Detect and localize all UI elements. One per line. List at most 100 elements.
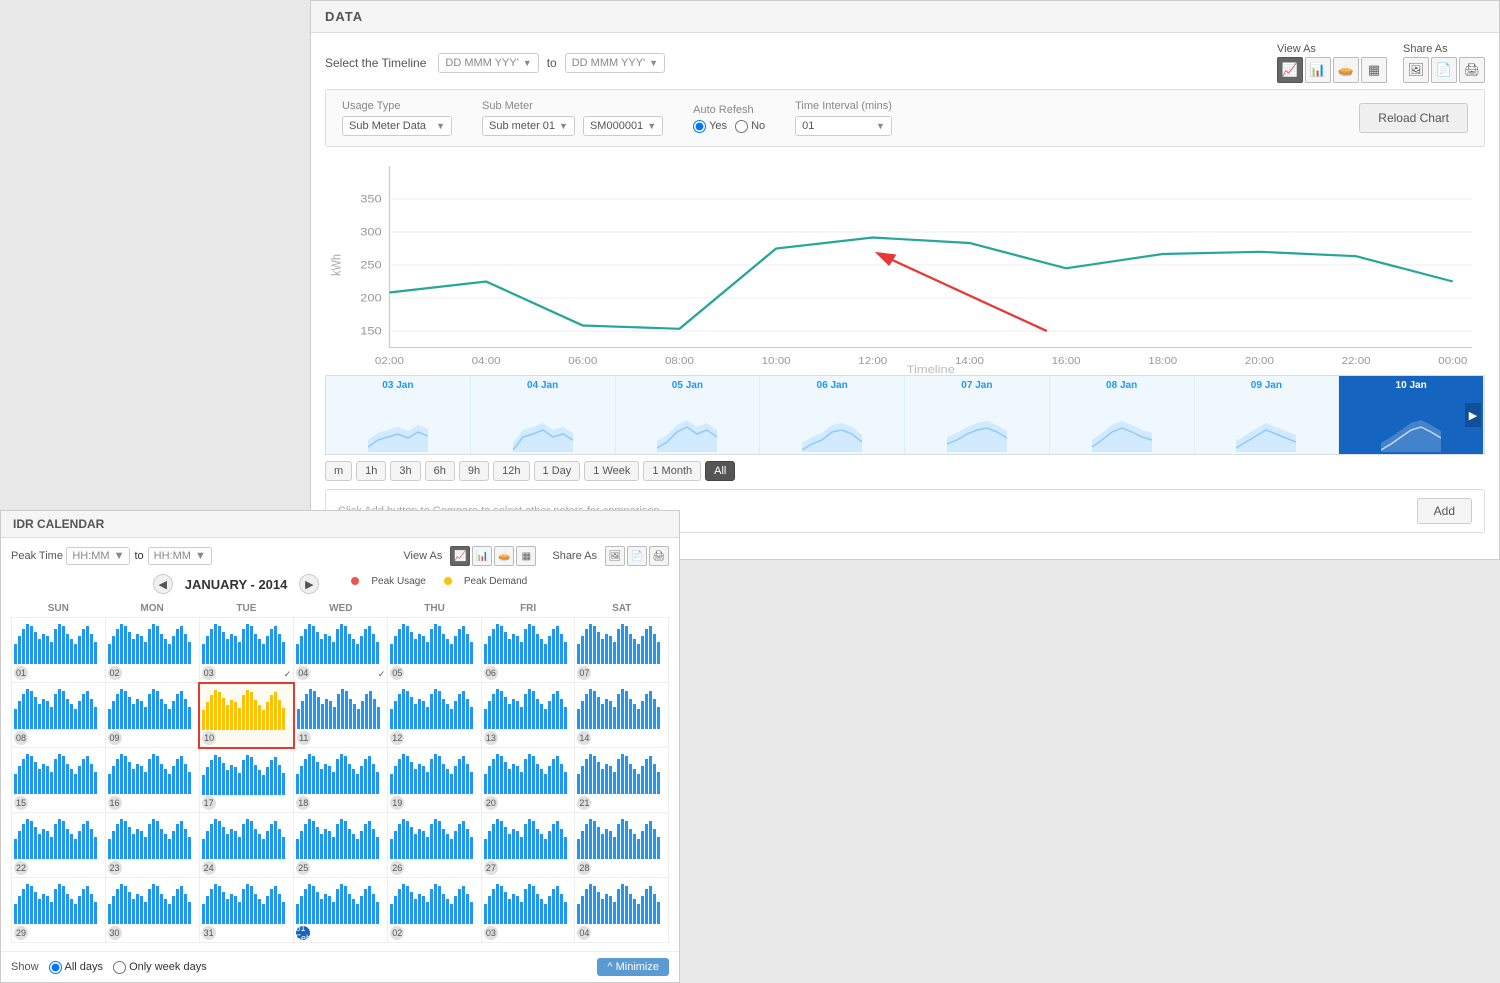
table-row[interactable]: 29: [12, 878, 106, 943]
reload-chart-btn[interactable]: Reload Chart: [1359, 103, 1468, 133]
table-row[interactable]: 15: [12, 748, 106, 813]
table-row[interactable]: 05: [388, 618, 482, 683]
share-img-btn[interactable]: 🖼: [1403, 57, 1429, 83]
range-9h-btn[interactable]: 9h: [459, 461, 489, 481]
view-bar-chart-btn[interactable]: 📊: [1305, 57, 1331, 83]
cal-view-pie-btn[interactable]: 🥧: [494, 546, 514, 566]
range-all-btn[interactable]: All: [705, 461, 735, 481]
table-row[interactable]: 18: [294, 748, 388, 813]
calendar-footer: Show All days Only week days ^ Minimize: [1, 951, 679, 982]
range-1day-btn[interactable]: 1 Day: [534, 461, 581, 481]
mini-timeline-06jan[interactable]: 06 Jan: [760, 376, 905, 454]
from-date-select[interactable]: DD MMM YYY' ▼: [438, 53, 538, 73]
table-row[interactable]: 19: [388, 748, 482, 813]
cal-view-bar-btn[interactable]: 📊: [472, 546, 492, 566]
mini-timeline-10jan[interactable]: 10 Jan ▶: [1339, 376, 1484, 454]
cal-share-print-btn[interactable]: 🖨: [649, 546, 669, 566]
table-row[interactable]: 01 Feb: [294, 878, 388, 943]
table-row[interactable]: 13: [481, 683, 575, 748]
cal-share-img-btn[interactable]: 🖼: [605, 546, 625, 566]
table-row[interactable]: 04: [575, 878, 669, 943]
cal-view-table-btn[interactable]: ▦: [516, 546, 536, 566]
time-interval-group: Time Interval (mins) 01 ▼: [795, 100, 892, 136]
table-row[interactable]: 06: [481, 618, 575, 683]
time-interval-label: Time Interval (mins): [795, 100, 892, 112]
cal-date-num: 27: [484, 861, 498, 875]
range-3h-btn[interactable]: 3h: [390, 461, 420, 481]
table-row[interactable]: 25: [294, 813, 388, 878]
table-row[interactable]: 30: [105, 878, 199, 943]
table-row[interactable]: 20: [481, 748, 575, 813]
add-compare-btn[interactable]: Add: [1417, 498, 1472, 524]
range-12h-btn[interactable]: 12h: [493, 461, 529, 481]
table-row[interactable]: 14: [575, 683, 669, 748]
sm-id-select[interactable]: SM000001 ▼: [583, 116, 663, 136]
table-row[interactable]: 24: [199, 813, 294, 878]
table-row[interactable]: 09: [105, 683, 199, 748]
range-1month-btn[interactable]: 1 Month: [643, 461, 701, 481]
svg-text:04:00: 04:00: [472, 356, 501, 367]
radio-weekdays[interactable]: Only week days: [113, 961, 207, 974]
table-row[interactable]: 12: [388, 683, 482, 748]
range-m-btn[interactable]: m: [325, 461, 352, 481]
mini-timeline-09jan[interactable]: 09 Jan: [1195, 376, 1340, 454]
sub-meter-select[interactable]: Sub meter 01 ▼: [482, 116, 575, 136]
cal-view-line-btn[interactable]: 📈: [450, 546, 470, 566]
table-row[interactable]: 17: [199, 748, 294, 813]
range-6h-btn[interactable]: 6h: [425, 461, 455, 481]
range-1week-btn[interactable]: 1 Week: [584, 461, 639, 481]
table-row[interactable]: 11: [294, 683, 388, 748]
table-row[interactable]: 21: [575, 748, 669, 813]
share-pdf-btn[interactable]: 📄: [1431, 57, 1457, 83]
radio-yes[interactable]: Yes: [693, 120, 727, 133]
svg-text:02:00: 02:00: [375, 356, 404, 367]
table-row[interactable]: 28: [575, 813, 669, 878]
table-row[interactable]: 02: [388, 878, 482, 943]
table-row[interactable]: 02: [105, 618, 199, 683]
table-row[interactable]: 22: [12, 813, 106, 878]
table-row[interactable]: 10: [199, 683, 294, 748]
range-1h-btn[interactable]: 1h: [356, 461, 386, 481]
day-wed: WED: [294, 600, 388, 618]
table-row[interactable]: 23: [105, 813, 199, 878]
mini-timeline-05jan[interactable]: 05 Jan: [616, 376, 761, 454]
mini-next-btn[interactable]: ▶: [1465, 403, 1481, 427]
cal-next-btn[interactable]: ▶: [299, 574, 319, 594]
table-row[interactable]: 16: [105, 748, 199, 813]
view-table-btn[interactable]: ▦: [1361, 57, 1387, 83]
cal-date-num: 25: [296, 861, 310, 875]
to-date-value: DD MMM YYY': [572, 57, 645, 69]
radio-all-days[interactable]: All days: [49, 961, 104, 974]
peak-time-to-select[interactable]: HH:MM ▼: [148, 547, 212, 565]
day-mon: MON: [105, 600, 199, 618]
to-date-select[interactable]: DD MMM YYY' ▼: [565, 53, 665, 73]
share-print-btn[interactable]: 🖨: [1459, 57, 1485, 83]
from-date-arrow: ▼: [523, 58, 532, 68]
view-pie-chart-btn[interactable]: 🥧: [1333, 57, 1359, 83]
cal-share-pdf-btn[interactable]: 📄: [627, 546, 647, 566]
cal-legend: Peak Usage Peak Demand: [351, 576, 527, 587]
radio-no[interactable]: No: [735, 120, 765, 133]
table-row[interactable]: 01: [12, 618, 106, 683]
table-row[interactable]: 08: [12, 683, 106, 748]
cal-date-num: 21: [577, 796, 591, 810]
table-row[interactable]: 27: [481, 813, 575, 878]
peak-time-from-select[interactable]: HH:MM ▼: [66, 547, 130, 565]
table-row[interactable]: 04✓: [294, 618, 388, 683]
mini-timeline-03jan[interactable]: 03 Jan: [326, 376, 471, 454]
table-row[interactable]: 26: [388, 813, 482, 878]
cal-prev-btn[interactable]: ◀: [153, 574, 173, 594]
cal-view-share: View As 📈 📊 🥧 ▦ Share As 🖼 📄 🖨: [403, 546, 669, 566]
view-line-chart-btn[interactable]: 📈: [1277, 57, 1303, 83]
minimize-btn[interactable]: ^ Minimize: [597, 958, 669, 976]
timeline-section: Select the Timeline DD MMM YYY' ▼ to DD …: [311, 33, 1499, 89]
usage-type-select[interactable]: Sub Meter Data ▼: [342, 116, 452, 136]
table-row[interactable]: 03: [481, 878, 575, 943]
mini-timeline-08jan[interactable]: 08 Jan: [1050, 376, 1195, 454]
time-interval-select[interactable]: 01 ▼: [795, 116, 892, 136]
mini-timeline-04jan[interactable]: 04 Jan: [471, 376, 616, 454]
table-row[interactable]: 31: [199, 878, 294, 943]
mini-timeline-07jan[interactable]: 07 Jan: [905, 376, 1050, 454]
table-row[interactable]: 07: [575, 618, 669, 683]
table-row[interactable]: 03✓: [199, 618, 294, 683]
